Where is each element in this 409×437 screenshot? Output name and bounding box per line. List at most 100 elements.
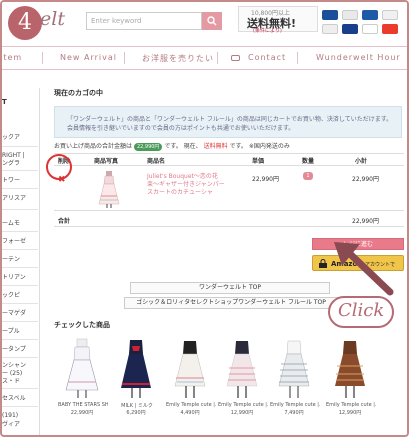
notice-line-1: 「ワンダーウェルト」の商品と「ワンダーウェルト フルール」の商品は同じカートでお… — [67, 116, 393, 123]
sidebar-divider — [2, 406, 38, 407]
sidebar-divider — [2, 357, 38, 358]
checked-item-name[interactable]: Emily Temple cute |... — [270, 402, 320, 408]
sidebar-item[interactable]: ーテン — [2, 256, 20, 263]
card-logo-icon — [322, 24, 338, 34]
table-divider — [54, 165, 404, 166]
sidebar-item[interactable]: ス・ド — [2, 378, 20, 385]
sidebar-item[interactable]: ーマゲダ — [2, 310, 26, 317]
sidebar-item[interactable]: アリスア — [2, 195, 26, 202]
total-prefix: お買い上げ商品の合計金額は — [54, 143, 133, 150]
sidebar-divider — [2, 146, 38, 147]
product-image — [335, 341, 365, 398]
sidebar-heading: T — [2, 98, 7, 106]
product-image — [174, 341, 206, 398]
sidebar-item[interactable]: ックピ — [2, 292, 20, 299]
chat-icon — [231, 55, 240, 61]
checked-item-name[interactable]: Emily Temple cute |... — [218, 402, 268, 408]
sidebar-divider — [2, 249, 38, 250]
checked-item-card[interactable]: Emily Temple cute |... 12,990円 — [326, 338, 376, 418]
product-image — [65, 338, 99, 398]
sidebar-divider — [2, 231, 38, 232]
sidebar-divider — [2, 267, 38, 268]
checked-item-price: 4,490円 — [180, 410, 200, 416]
search-input[interactable]: Enter keyword — [86, 12, 202, 30]
step-number-badge: 4 — [8, 6, 42, 40]
sidebar-item[interactable]: セスベル — [2, 395, 26, 402]
nav-item-sell-clothes[interactable]: お洋服を売りたい — [142, 53, 214, 64]
checked-item-name[interactable]: Emily Temple cute |... — [326, 402, 376, 408]
promo-note: (条件により) — [253, 28, 282, 34]
card-logo-icon — [362, 10, 378, 20]
checked-item-card[interactable]: MILK | ミルク 6,290円 — [112, 338, 160, 418]
sidebar-item[interactable]: ータンプ — [2, 346, 26, 353]
cart-title: 現在のカゴの中 — [54, 89, 103, 97]
table-divider — [54, 153, 404, 154]
sidebar-item[interactable]: ックア — [2, 134, 20, 141]
checked-item-card[interactable]: Emily Temple cute |... 7,490円 — [270, 338, 320, 418]
main-navigation: Item New Arrival お洋服を売りたい Contact Wunder… — [2, 46, 407, 70]
nav-item-item[interactable]: Item — [2, 53, 22, 62]
sidebar-divider — [2, 321, 38, 322]
cart-notice-box: 「ワンダーウェルト」の商品と「ワンダーウェルト フルール」の商品は同じカートでお… — [54, 106, 402, 138]
sidebar-item[interactable]: ンシャン — [2, 362, 26, 369]
checked-item-name[interactable]: BABY THE STARS SHI... — [58, 402, 108, 408]
sidebar-divider — [2, 285, 38, 286]
sidebar-item[interactable]: RIGHT | — [2, 152, 25, 159]
checked-item-price: 12,990円 — [338, 410, 362, 416]
sidebar-item[interactable]: ームモ — [2, 220, 20, 227]
card-logo-icon — [382, 10, 398, 20]
sidebar-item[interactable]: トワー — [2, 177, 20, 184]
delete-item-button[interactable]: ✖ — [58, 175, 66, 185]
total-mid: です。 現在、 — [164, 143, 202, 150]
sidebar-item[interactable]: トリアン — [2, 274, 26, 281]
product-image — [121, 340, 151, 398]
sidebar-divider — [2, 339, 38, 340]
nav-divider — [42, 52, 43, 64]
sidebar-divider — [2, 209, 38, 210]
sidebar-divider — [2, 170, 38, 171]
checked-item-name[interactable]: Emily Temple cute |... — [166, 402, 216, 408]
sidebar-item[interactable]: (191) — [2, 412, 18, 419]
wunderwelt-top-link[interactable]: ワンダーウェルト TOP — [130, 282, 330, 294]
col-header-price: 単価 — [252, 158, 265, 165]
nav-item-new-arrival[interactable]: New Arrival — [60, 53, 117, 62]
checked-item-name[interactable]: MILK | ミルク — [112, 402, 162, 409]
card-logo-icon — [342, 10, 358, 20]
nav-item-contact[interactable]: Contact — [248, 53, 286, 62]
nav-item-wunderwelt-hour[interactable]: Wunderwelt Hour — [316, 53, 401, 62]
site-logo[interactable]: elt — [40, 8, 65, 30]
category-sidebar: T ックア RIGHT | ングラ トワー アリスア ームモ フォーゼ ーテン … — [2, 88, 40, 435]
checked-item-card[interactable]: BABY THE STARS SHI... 22,990円 — [58, 338, 108, 418]
payment-card-logos — [320, 8, 406, 36]
table-divider — [54, 226, 404, 227]
checked-item-card[interactable]: Emily Temple cute |... 4,490円 — [166, 338, 216, 418]
free-shipping-banner: 10,800円以上 送料無料! (条件により) — [238, 6, 318, 34]
checked-item-card[interactable]: Emily Temple cute |... 12,990円 — [218, 338, 268, 418]
sidebar-item[interactable]: ングラ — [2, 160, 20, 167]
grand-total-value: 22,990円 — [352, 218, 379, 225]
sidebar-item[interactable]: フォーゼ — [2, 238, 26, 245]
fleur-top-link[interactable]: ゴシック＆ロリィタセレクトショップワンダーウェルト フルール TOP — [124, 297, 338, 309]
checked-item-price: 7,490円 — [284, 410, 304, 416]
sidebar-item[interactable]: ー (25) — [2, 370, 22, 377]
sidebar-item[interactable]: ープル — [2, 328, 20, 335]
pointer-arrow-icon — [334, 242, 394, 296]
search-button[interactable] — [202, 12, 222, 30]
card-logo-icon — [342, 24, 358, 34]
click-callout-text: Click — [338, 300, 385, 321]
free-shipping-label: 送料無料 — [203, 143, 228, 150]
product-image — [278, 340, 310, 398]
checked-item-price: 22,990円 — [70, 410, 94, 416]
nav-divider — [217, 52, 218, 64]
grand-total-label: 合計 — [58, 218, 71, 225]
product-name-link[interactable]: Juliet's Bouquet〜恋の花束〜ギャザー付きジャンパースカートのカチ… — [147, 173, 225, 197]
product-thumbnail[interactable] — [98, 170, 120, 208]
notice-line-2: 会員情報を引き継いでいますので会員の方はポイントも共通でお使いいただけます。 — [67, 125, 295, 132]
nav-divider — [124, 52, 125, 64]
product-image — [226, 341, 258, 398]
sidebar-divider — [2, 388, 38, 389]
site-header: 4 elt Enter keyword 10,800円以上 送料無料! (条件に… — [2, 2, 407, 42]
total-suffix: です。 ※国内発送のみ — [229, 143, 290, 150]
sidebar-item[interactable]: ヴィア — [2, 421, 20, 428]
quantity-select[interactable]: 1 — [303, 172, 313, 180]
